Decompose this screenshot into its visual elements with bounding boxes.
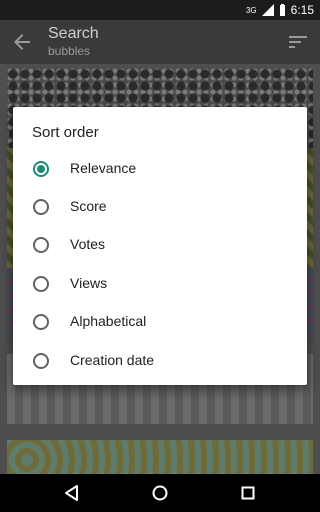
option-label: Alphabetical	[70, 313, 147, 329]
nav-back-button[interactable]	[60, 481, 84, 505]
radio-button[interactable]	[33, 314, 49, 330]
status-time: 6:15	[290, 3, 314, 17]
option-label: Score	[70, 198, 107, 214]
sort-option-relevance[interactable]: Relevance	[13, 150, 307, 188]
sort-option-score[interactable]: Score	[13, 188, 307, 226]
nav-recents-button[interactable]	[236, 481, 260, 505]
option-label: Creation date	[70, 352, 155, 368]
result-card[interactable]	[7, 440, 313, 474]
option-label: Relevance	[70, 160, 137, 176]
signal-icon	[261, 4, 274, 16]
sort-option-creation-date[interactable]: Creation date	[13, 342, 307, 380]
page-title: Search	[48, 25, 99, 42]
sort-option-views[interactable]: Views	[13, 265, 307, 303]
status-icons: 3G 6:15	[246, 0, 314, 20]
sort-order-dialog: Sort order Relevance Score Votes Views A…	[13, 107, 307, 385]
option-label: Votes	[70, 236, 106, 252]
status-bar: 3G 6:15	[0, 0, 320, 20]
nav-recents-icon	[241, 486, 255, 500]
option-label: Views	[70, 275, 108, 291]
radio-button[interactable]	[33, 199, 49, 215]
battery-icon	[279, 4, 285, 16]
sort-icon	[289, 36, 307, 48]
sort-option-alphabetical[interactable]: Alphabetical	[13, 303, 307, 341]
title-block: Search bubbles	[48, 25, 99, 58]
back-button[interactable]	[10, 30, 34, 54]
app-bar: Search bubbles	[0, 20, 320, 64]
radio-button[interactable]	[33, 161, 49, 177]
network-type: 3G	[245, 5, 257, 15]
navigation-bar	[0, 474, 320, 512]
radio-button[interactable]	[33, 237, 49, 253]
nav-home-button[interactable]	[148, 481, 172, 505]
sort-option-votes[interactable]: Votes	[13, 226, 307, 264]
dialog-title: Sort order	[32, 124, 99, 141]
radio-button[interactable]	[33, 276, 49, 292]
nav-home-icon	[152, 485, 168, 501]
arrow-back-icon	[14, 34, 30, 50]
radio-button[interactable]	[33, 353, 49, 369]
nav-back-icon	[65, 485, 78, 501]
sort-button[interactable]	[286, 30, 310, 54]
search-query: bubbles	[48, 44, 91, 58]
